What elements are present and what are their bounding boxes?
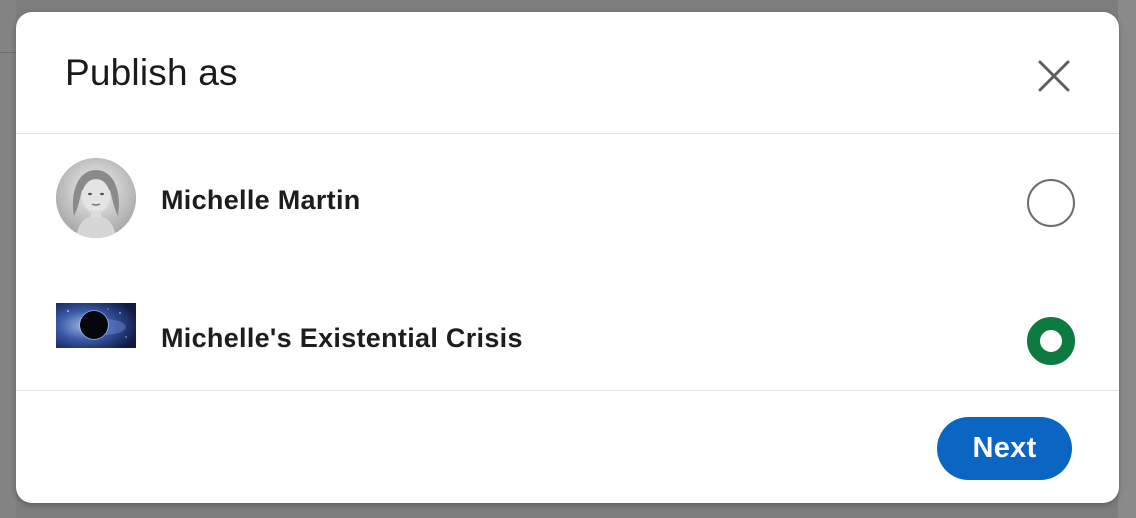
option-michelles-existential-crisis[interactable]: Michelle's Existential Crisis bbox=[16, 263, 1119, 391]
next-button[interactable]: Next bbox=[937, 417, 1072, 480]
dialog-footer: Next bbox=[16, 390, 1119, 503]
background-divider bbox=[0, 52, 16, 53]
option-michelle-martin[interactable]: Michelle Martin bbox=[16, 135, 1119, 263]
radio-button-selected[interactable] bbox=[1027, 317, 1075, 365]
radio-button-unselected[interactable] bbox=[1027, 179, 1075, 227]
dialog-title: Publish as bbox=[65, 52, 238, 93]
background-page-left bbox=[0, 0, 16, 518]
publish-as-dialog: Publish as Michelle Martin Michelle's Ex… bbox=[16, 12, 1119, 503]
close-icon bbox=[1038, 60, 1070, 92]
background-page-right bbox=[1118, 0, 1136, 518]
option-name: Michelle's Existential Crisis bbox=[161, 323, 523, 353]
page-logo bbox=[56, 303, 136, 348]
avatar bbox=[56, 158, 136, 238]
dialog-header: Publish as bbox=[16, 12, 1119, 134]
option-name: Michelle Martin bbox=[161, 185, 361, 215]
close-button[interactable] bbox=[1032, 54, 1076, 98]
